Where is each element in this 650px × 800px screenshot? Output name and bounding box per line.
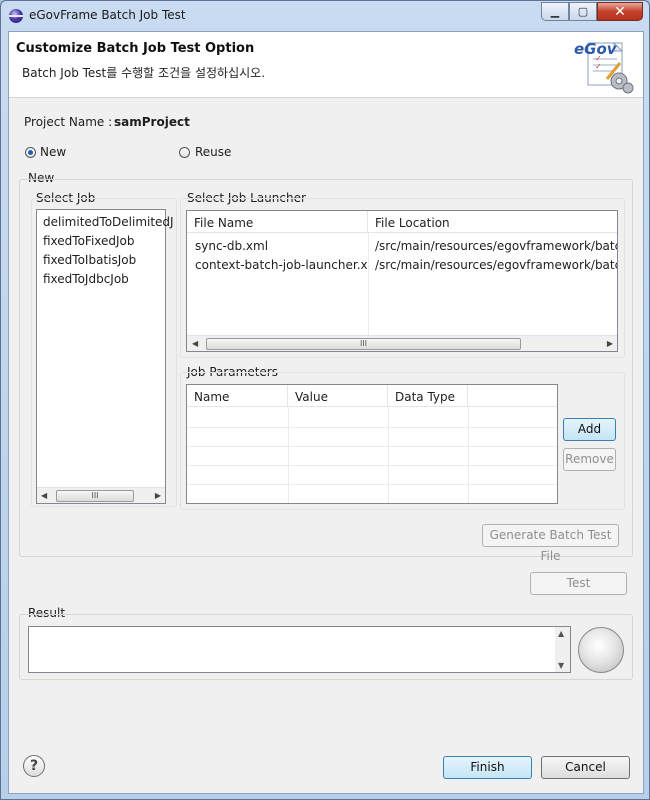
status-indicator-icon xyxy=(578,627,624,673)
maximize-button[interactable]: ▢ xyxy=(569,2,597,21)
scroll-up-icon[interactable]: ▲ xyxy=(558,629,564,638)
minimize-button[interactable]: ▁ xyxy=(541,2,569,21)
scroll-left-icon[interactable]: ◀ xyxy=(192,339,198,348)
scroll-right-icon[interactable]: ▶ xyxy=(155,491,161,500)
remove-button[interactable]: Remove xyxy=(563,448,616,471)
scroll-thumb[interactable]: III xyxy=(206,338,521,350)
dialog-client: Customize Batch Job Test Option Batch Jo… xyxy=(8,31,644,794)
reuse-radio-label[interactable]: Reuse xyxy=(195,145,231,159)
table-cell[interactable]: context-batch-job-launcher.x... xyxy=(195,258,367,272)
reuse-radio[interactable] xyxy=(179,147,190,158)
column-header-empty xyxy=(468,385,557,407)
finish-button[interactable]: Finish xyxy=(443,756,532,779)
window-controls: ▁ ▢ ✕ xyxy=(541,2,643,21)
result-textarea[interactable] xyxy=(28,626,571,673)
table-cell[interactable]: /src/main/resources/egovframework/batch/… xyxy=(375,258,617,272)
project-name-value: samProject xyxy=(114,115,190,129)
job-list-scrollbar[interactable]: ◀ III ▶ xyxy=(37,487,165,503)
svg-text:✓: ✓ xyxy=(595,62,602,71)
egov-logo-text: eGov xyxy=(574,40,618,58)
scroll-thumb[interactable]: III xyxy=(56,490,134,502)
wizard-header: Customize Batch Job Test Option Batch Jo… xyxy=(9,32,643,98)
project-name-label: Project Name : xyxy=(24,115,113,129)
column-header-file-location[interactable]: File Location xyxy=(368,211,617,233)
column-header-file-name[interactable]: File Name xyxy=(187,211,368,233)
title-bar[interactable]: eGovFrame Batch Job Test ▁ ▢ ✕ xyxy=(1,1,649,31)
scroll-right-icon[interactable]: ▶ xyxy=(607,339,613,348)
dialog-window: eGovFrame Batch Job Test ▁ ▢ ✕ Customize… xyxy=(0,0,650,800)
column-header-name[interactable]: Name xyxy=(187,385,288,407)
column-header-data-type[interactable]: Data Type xyxy=(388,385,468,407)
list-item[interactable]: fixedToJdbcJob xyxy=(43,272,129,286)
help-icon[interactable]: ? xyxy=(23,755,45,777)
test-button[interactable]: Test xyxy=(530,572,627,595)
page-title: Customize Batch Job Test Option xyxy=(16,41,255,56)
close-button[interactable]: ✕ xyxy=(597,2,643,21)
list-item[interactable]: fixedToFixedJob xyxy=(43,234,135,248)
list-item[interactable]: fixedToIbatisJob xyxy=(43,253,136,267)
list-item[interactable]: delimitedToDelimitedJ xyxy=(43,215,174,229)
eclipse-icon xyxy=(9,9,23,23)
result-scrollbar[interactable]: ▲ ▼ xyxy=(555,627,570,672)
scroll-left-icon[interactable]: ◀ xyxy=(41,491,47,500)
generate-batch-test-file-button[interactable]: Generate Batch Test File xyxy=(482,524,619,563)
launcher-scrollbar[interactable]: ◀ III ▶ xyxy=(187,335,617,351)
table-cell[interactable]: sync-db.xml xyxy=(195,239,367,253)
new-radio-label[interactable]: New xyxy=(40,145,66,159)
page-description: Batch Job Test를 수행할 조건을 설정하십시오. xyxy=(22,66,266,80)
column-header-value[interactable]: Value xyxy=(288,385,388,407)
launcher-table[interactable]: File Name File Location sync-db.xml /src… xyxy=(186,210,618,352)
new-radio[interactable] xyxy=(25,147,36,158)
job-list[interactable]: delimitedToDelimitedJ fixedToFixedJob fi… xyxy=(36,209,174,504)
scroll-down-icon[interactable]: ▼ xyxy=(558,661,564,670)
window-title: eGovFrame Batch Job Test xyxy=(29,8,186,22)
egov-wizard-icon: ✓ ✓ eGov xyxy=(574,40,634,94)
add-button[interactable]: Add xyxy=(563,418,616,441)
cancel-button[interactable]: Cancel xyxy=(541,756,630,779)
job-parameters-table[interactable]: Name Value Data Type xyxy=(186,384,558,504)
table-cell[interactable]: /src/main/resources/egovframework/batch/… xyxy=(375,239,617,253)
